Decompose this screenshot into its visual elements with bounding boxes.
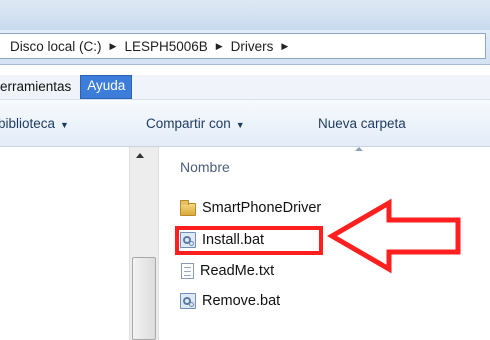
breadcrumb-chevron-icon[interactable]: ▶ — [281, 41, 288, 52]
include-in-library-button[interactable]: biblioteca ▼ — [0, 116, 69, 131]
command-toolbar: biblioteca ▼ Compartir con ▼ Nueva carpeta — [0, 100, 490, 147]
column-header-name[interactable]: Nombre — [180, 159, 230, 175]
sort-ascending-icon — [355, 147, 363, 151]
text-file-icon — [181, 263, 194, 279]
menu-bar: erramientas Ayuda — [0, 75, 490, 100]
breadcrumb-chevron-icon[interactable]: ▶ — [110, 41, 117, 52]
navigation-scrollbar[interactable] — [129, 147, 159, 340]
highlight-box-annotation — [175, 226, 323, 255]
address-bar-area: Disco local (C:) ▶ LESPH5006B ▶ Drivers … — [0, 30, 490, 65]
file-item-remove-bat[interactable]: Remove.bat — [180, 290, 280, 312]
dropdown-arrow-icon: ▼ — [60, 120, 69, 130]
dropdown-arrow-icon: ▼ — [235, 120, 245, 130]
menu-item-help[interactable]: Ayuda — [80, 75, 133, 99]
include-in-library-label: biblioteca — [0, 116, 56, 131]
address-bar[interactable]: Disco local (C:) ▶ LESPH5006B ▶ Drivers … — [0, 33, 486, 59]
new-folder-button[interactable]: Nueva carpeta — [318, 116, 406, 131]
breadcrumb-lesph5006b[interactable]: LESPH5006B — [124, 39, 207, 54]
file-item-readme-txt[interactable]: ReadMe.txt — [180, 260, 274, 282]
batch-file-icon — [180, 293, 196, 309]
file-name: ReadMe.txt — [200, 263, 275, 279]
breadcrumb-chevron-icon[interactable]: ▶ — [216, 41, 223, 52]
menu-item-tools[interactable]: erramientas — [0, 76, 77, 98]
share-with-label: Compartir con — [146, 116, 231, 131]
breadcrumb-local-disk[interactable]: Disco local (C:) — [10, 39, 102, 54]
breadcrumb-drivers[interactable]: Drivers — [231, 39, 274, 54]
scroll-up-arrow-icon[interactable] — [136, 153, 144, 158]
file-name: SmartPhoneDriver — [202, 200, 322, 216]
share-with-button[interactable]: Compartir con ▼ — [146, 116, 245, 131]
file-name: Remove.bat — [202, 293, 281, 309]
file-item-smartphonedriver[interactable]: SmartPhoneDriver — [180, 197, 321, 219]
red-arrow-annotation-icon — [327, 198, 461, 274]
folder-icon — [180, 199, 196, 216]
scrollbar-thumb[interactable] — [132, 257, 156, 340]
window-top-frame — [0, 0, 490, 30]
